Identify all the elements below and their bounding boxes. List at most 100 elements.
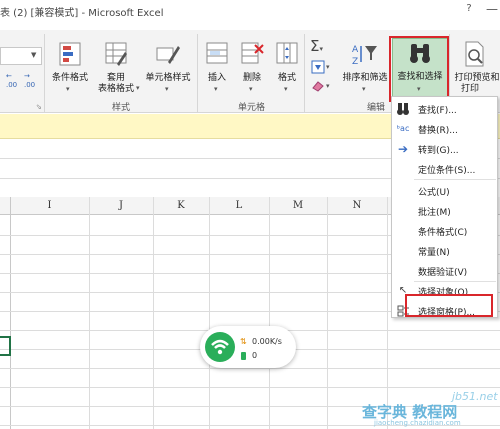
group-separator: [197, 34, 198, 112]
menu-item-label: 条件格式(C): [418, 228, 468, 238]
find-select-highlight: [389, 36, 449, 102]
help-button[interactable]: ?: [462, 2, 476, 16]
watermark: jb51.net 查字典 教程网 jiaocheng.chazidian.com: [360, 390, 500, 429]
column-header-j[interactable]: J: [89, 197, 153, 214]
battery-icon: [241, 352, 246, 360]
chevron-down-icon: ▼: [31, 51, 37, 59]
conditional-format-label: 条件格式: [51, 73, 88, 83]
menu-item-replace[interactable]: ᵇac 替换(R)...: [392, 119, 497, 139]
format-as-table-label-1: 套用: [106, 73, 125, 83]
format-label: 格式: [277, 73, 296, 83]
binoculars-icon: [397, 103, 409, 115]
chevron-down-icon: ▾: [362, 85, 366, 93]
active-cell[interactable]: [0, 336, 11, 356]
menu-item-conditional-formatting[interactable]: 条件格式(C): [392, 221, 497, 241]
menu-item-label: 常量(N): [418, 248, 450, 258]
insert-button[interactable]: 插入 ▾: [202, 32, 232, 98]
wifi-icon: [205, 332, 235, 362]
find-select-menu: 查找(F)... ᵇac 替换(R)... ➔ 转到(G)... 定位条件(S)…: [391, 96, 498, 318]
svg-text:Z: Z: [352, 57, 358, 66]
network-speed-widget[interactable]: ⇅ 0.00K/s 0: [200, 326, 296, 368]
watermark-site: jb51.net: [452, 390, 498, 403]
title-bar: 表 (2) [兼容模式] - Microsoft Excel ? —: [0, 0, 500, 22]
eraser-icon: [312, 81, 324, 92]
autosum-button[interactable]: Σ▾: [310, 38, 332, 54]
column-header-m[interactable]: M: [269, 197, 327, 214]
menu-item-data-validation[interactable]: 数据验证(V): [392, 261, 497, 281]
replace-icon: ᵇac: [396, 124, 410, 133]
sort-filter-button[interactable]: A Z 排序和筛选 ▾: [340, 32, 390, 98]
format-as-table-label-2: 表格格式: [97, 84, 134, 94]
clear-button[interactable]: ▾: [311, 80, 333, 94]
sort-filter-icon: A Z: [352, 45, 377, 66]
dialog-launcher-icon[interactable]: ⬂: [36, 103, 42, 111]
print-preview-label-2: 打印: [460, 84, 479, 94]
fill-down-icon: [311, 60, 325, 74]
number-format-dropdown[interactable]: ▼: [0, 47, 42, 65]
print-preview-label-1: 打印预览和: [454, 73, 500, 83]
chevron-down-icon: ▾: [214, 85, 218, 93]
menu-item-goto-special[interactable]: 定位条件(S)...: [392, 159, 497, 179]
print-preview-button[interactable]: 打印预览和 打印: [452, 32, 500, 98]
decrease-decimal-button[interactable]: → .00: [24, 72, 38, 92]
conditional-format-button[interactable]: 条件格式 ▾: [49, 32, 89, 98]
sort-filter-label: 排序和筛选: [342, 73, 388, 83]
decrease-decimal-label: .00: [24, 81, 36, 89]
cell-styles-label: 单元格样式: [145, 73, 191, 83]
minimize-icon[interactable]: —: [486, 2, 500, 16]
menu-item-comments[interactable]: 批注(M): [392, 201, 497, 221]
chevron-down-icon: ▾: [284, 85, 288, 93]
increase-decimal-button[interactable]: ← .00: [6, 72, 20, 92]
chevron-down-icon: ▾: [326, 82, 330, 90]
table-format-icon: [105, 42, 127, 66]
format-as-table-button[interactable]: 套用 表格格式: [94, 32, 138, 98]
delete-cells-icon: [241, 42, 264, 64]
cell-styles-button[interactable]: 单元格样式 ▾: [143, 32, 193, 98]
delete-button[interactable]: 删除 ▾: [236, 32, 268, 98]
battery-value: 0: [252, 351, 258, 360]
selection-pane-highlight: [405, 294, 493, 317]
column-header-l[interactable]: L: [209, 197, 269, 214]
cell-styles-icon: [156, 46, 180, 64]
menu-item-goto[interactable]: ➔ 转到(G)...: [392, 139, 497, 159]
network-speed-value: 0.00K/s: [252, 337, 282, 346]
group-separator: [304, 34, 305, 112]
menu-separator: [414, 179, 496, 180]
up-down-arrows-icon: ⇅: [240, 337, 247, 346]
group-separator: [44, 34, 45, 112]
chevron-down-icon: ▾: [66, 85, 70, 93]
menu-item-label: 替换(R)...: [418, 126, 458, 136]
menu-item-label: 数据验证(V): [418, 268, 468, 278]
menu-item-find[interactable]: 查找(F)...: [392, 99, 497, 119]
print-preview-icon: [465, 41, 484, 67]
column-header-n[interactable]: N: [327, 197, 387, 214]
window-title: 表 (2) [兼容模式] - Microsoft Excel: [0, 8, 164, 19]
fill-button[interactable]: ▾: [311, 60, 333, 76]
menu-item-label: 转到(G)...: [418, 146, 459, 156]
format-button[interactable]: 格式 ▾: [272, 32, 302, 98]
watermark-url: jiaocheng.chazidian.com: [374, 419, 461, 427]
arrow-right-icon: ➔: [397, 142, 409, 156]
chevron-down-icon: ▾: [136, 84, 140, 92]
delete-label: 删除: [242, 73, 261, 83]
chevron-down-icon: ▾: [249, 85, 253, 93]
menu-item-label: 公式(U): [418, 188, 450, 198]
cells-group-label: 单元格: [238, 103, 266, 113]
insert-label: 插入: [207, 73, 226, 83]
editing-group-label: 编辑: [367, 103, 386, 113]
chevron-down-icon: ▾: [165, 85, 169, 93]
conditional-format-icon: [59, 42, 81, 66]
increase-decimal-label: .00: [6, 81, 18, 89]
column-header-k[interactable]: K: [153, 197, 209, 214]
menu-item-label: 查找(F)...: [418, 106, 457, 116]
column-header-i[interactable]: I: [10, 197, 89, 214]
menu-item-label: 定位条件(S)...: [418, 166, 476, 176]
menu-item-constants[interactable]: 常量(N): [392, 241, 497, 261]
chevron-down-icon: ▾: [326, 63, 330, 71]
svg-text:A: A: [352, 45, 359, 55]
format-cells-icon: [276, 42, 298, 64]
menu-item-formulas[interactable]: 公式(U): [392, 181, 497, 201]
menu-item-label: 批注(M): [418, 208, 451, 218]
styles-group-label: 样式: [112, 103, 131, 113]
insert-cells-icon: [206, 42, 228, 64]
